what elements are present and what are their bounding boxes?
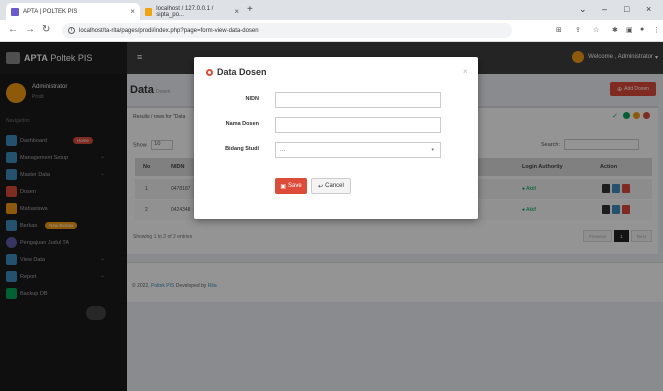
nama-dosen-input[interactable] — [275, 117, 441, 133]
tab-close-icon[interactable]: × — [130, 7, 135, 16]
reload-icon[interactable]: ↻ — [42, 24, 50, 35]
save-label: Save — [287, 183, 302, 189]
url-input[interactable]: i localhost/ta-rita/pages/prodi/index.ph… — [62, 23, 512, 38]
site-info-icon[interactable]: i — [68, 27, 75, 34]
caret-down-icon: ▾ — [431, 147, 434, 153]
modal-title: Data Dosen — [206, 67, 267, 77]
cancel-button[interactable]: ↩ Cancel — [311, 178, 351, 194]
tab-close-icon[interactable]: × — [234, 7, 239, 16]
modal-title-text: Data Dosen — [217, 67, 267, 77]
tab-search-chevron-icon[interactable]: ⌄ — [579, 4, 587, 15]
browser-tab-apta[interactable]: APTA | POLTEK PIS × — [6, 3, 140, 20]
apta-favicon-icon — [11, 7, 19, 16]
floppy-disk-icon: ▣ — [280, 183, 286, 190]
bidang-studi-select[interactable]: ... ▾ — [275, 142, 441, 158]
modal-close-button[interactable]: × — [463, 67, 468, 76]
new-tab-button[interactable]: + — [247, 4, 253, 15]
nama-dosen-label: Nama Dosen — [225, 121, 259, 127]
translate-icon[interactable]: ⊞ — [556, 26, 562, 34]
close-window-button[interactable]: × — [646, 4, 651, 14]
sidepanel-icon[interactable]: ▣ — [626, 26, 633, 34]
menu-dots-icon[interactable]: ⋮ — [653, 26, 660, 34]
tab-title: localhost / 127.0.0.1 / sipta_po... — [156, 5, 214, 18]
tab-title: APTA | POLTEK PIS — [23, 8, 78, 15]
forward-arrow-icon[interactable]: → — [25, 24, 35, 35]
extensions-icon[interactable]: ✱ — [612, 26, 618, 34]
bidang-studi-label: Bidang Studi — [225, 146, 259, 152]
phpmyadmin-favicon-icon — [145, 7, 153, 16]
nidn-input[interactable] — [275, 92, 441, 108]
browser-tab-bar: APTA | POLTEK PIS × localhost / 127.0.0.… — [0, 0, 663, 20]
circle-icon — [206, 68, 213, 76]
back-arrow-icon[interactable]: ← — [8, 24, 18, 35]
browser-tab-phpmyadmin[interactable]: localhost / 127.0.0.1 / sipta_po... × — [140, 3, 244, 20]
save-button[interactable]: ▣ Save — [275, 178, 307, 194]
browser-address-bar: ← → ↻ i localhost/ta-rita/pages/prodi/in… — [0, 20, 663, 42]
share-icon[interactable]: ⇪ — [575, 26, 581, 34]
minimize-button[interactable]: – — [602, 4, 607, 14]
data-dosen-modal: Data Dosen × NIDN Nama Dosen Bidang Stud… — [194, 57, 478, 219]
bookmark-star-icon[interactable]: ☆ — [593, 26, 599, 34]
undo-arrow-icon: ↩ — [318, 183, 324, 190]
bidang-studi-value: ... — [280, 147, 286, 153]
cancel-label: Cancel — [325, 183, 344, 189]
profile-icon[interactable]: ● — [640, 26, 644, 33]
url-text: localhost/ta-rita/pages/prodi/index.php?… — [79, 27, 259, 34]
nidn-label: NIDN — [245, 96, 259, 102]
maximize-button[interactable]: □ — [624, 4, 629, 14]
